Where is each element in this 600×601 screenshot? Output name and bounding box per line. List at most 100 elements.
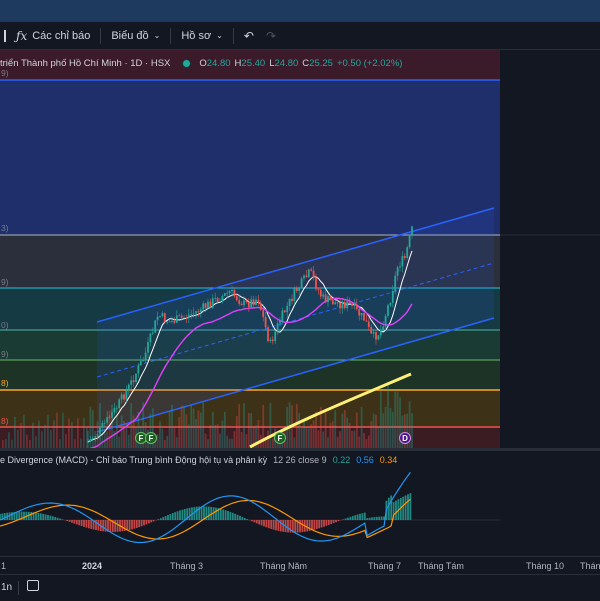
candle-body xyxy=(260,303,262,310)
histogram-bar xyxy=(138,520,140,527)
volume-bar xyxy=(250,413,252,448)
histogram-bar xyxy=(11,512,13,520)
calendar-range-icon[interactable] xyxy=(27,580,39,591)
histogram-bar xyxy=(83,520,85,527)
volume-bar xyxy=(198,410,200,448)
volume-bar xyxy=(157,434,159,448)
volume-bar xyxy=(86,428,88,448)
histogram-bar xyxy=(270,520,272,529)
candle-body xyxy=(392,291,394,303)
histogram-bar xyxy=(182,510,184,520)
candle-body xyxy=(219,301,221,302)
candle-body xyxy=(320,290,322,297)
drawing-tools-edge[interactable] xyxy=(4,30,6,42)
candle-body xyxy=(118,399,120,408)
chevron-down-icon: ⌄ xyxy=(216,31,223,40)
candle-body xyxy=(205,303,207,307)
price-chart-pane[interactable]: 9) 3) 9) 0) 9) 8) 8) F F F D xyxy=(0,50,600,448)
histogram-bar xyxy=(345,519,347,520)
time-axis[interactable]: 1 2024 Tháng 3 Tháng Năm Tháng 7 Tháng T… xyxy=(0,556,600,575)
candle-body xyxy=(154,320,156,332)
candle-body xyxy=(164,313,166,322)
volume-bar xyxy=(363,433,365,448)
histogram-bar xyxy=(143,520,145,525)
candle-body xyxy=(397,267,399,275)
macd-pane[interactable] xyxy=(0,468,600,554)
candle-body xyxy=(279,321,281,324)
histogram-bar xyxy=(246,519,248,520)
volume-bar xyxy=(382,413,384,448)
macd-svg xyxy=(0,468,600,554)
volume-bar xyxy=(296,404,298,448)
volume-bar xyxy=(53,420,55,448)
histogram-bar xyxy=(98,520,100,531)
candle-body xyxy=(378,335,380,339)
ohlc-close-label: C xyxy=(302,58,309,69)
volume-bar xyxy=(35,436,37,448)
histogram-bar xyxy=(174,512,176,520)
histogram-bar xyxy=(330,520,332,524)
candle-body xyxy=(368,322,370,327)
candle-body xyxy=(92,438,94,439)
volume-bar xyxy=(334,410,336,448)
volume-bar xyxy=(59,439,61,448)
candle-body xyxy=(102,423,104,427)
volume-bar xyxy=(178,417,180,448)
histogram-bar xyxy=(342,519,344,520)
symbol-legend[interactable]: triển Thành phố Hồ Chí Minh · 1D · HSX O… xyxy=(0,56,402,70)
histogram-bar xyxy=(189,508,191,520)
candle-body xyxy=(354,304,356,305)
candle-body xyxy=(97,434,99,436)
price-label: 8) xyxy=(1,378,9,388)
candle-body xyxy=(255,300,257,305)
volume-bar xyxy=(193,408,195,448)
pane-separator[interactable] xyxy=(0,448,600,451)
volume-bar xyxy=(370,421,372,448)
candle-body xyxy=(361,313,363,316)
candle-body xyxy=(176,316,178,323)
undo-button[interactable]: ↶ xyxy=(238,22,260,49)
volume-bar xyxy=(361,407,363,448)
ohlc-high-value: 25.40 xyxy=(241,58,265,69)
time-label: Tháng 10 xyxy=(526,561,564,571)
candle-body xyxy=(325,295,327,303)
histogram-bar xyxy=(369,518,371,520)
indicators-button[interactable]: ƒx Các chỉ báo xyxy=(10,22,96,49)
volume-bar xyxy=(17,430,19,448)
histogram-bar xyxy=(177,511,179,520)
redo-button[interactable]: ↷ xyxy=(260,22,282,49)
volume-bar xyxy=(5,439,7,448)
candle-body xyxy=(195,311,197,313)
interval-button[interactable]: 1n xyxy=(1,582,12,593)
chart-menu-button[interactable]: Biểu đồ ⌄ xyxy=(105,22,166,49)
candle-body xyxy=(229,291,231,293)
candle-body xyxy=(390,303,392,306)
histogram-bar xyxy=(266,520,268,527)
histogram-bar xyxy=(66,520,68,521)
histogram-bar xyxy=(242,517,244,520)
candle-body xyxy=(258,300,260,303)
volume-bar xyxy=(219,434,221,448)
price-label: 9) xyxy=(1,277,9,287)
candle-body xyxy=(274,332,276,342)
histogram-bar xyxy=(131,520,133,529)
histogram-bar xyxy=(352,516,354,520)
candle-body xyxy=(202,303,204,309)
candle-body xyxy=(116,408,118,409)
macd-legend[interactable]: e Divergence (MACD) - Chỉ báo Trung bình… xyxy=(0,455,397,465)
profile-menu-button[interactable]: Hồ sơ ⌄ xyxy=(175,22,229,49)
candle-body xyxy=(330,296,332,300)
volume-bar xyxy=(234,431,236,448)
candle-body xyxy=(375,332,377,339)
volume-bar xyxy=(118,437,120,448)
histogram-bar xyxy=(326,520,328,526)
volume-bar xyxy=(229,439,231,448)
histogram-bar xyxy=(110,520,112,532)
volume-bar xyxy=(171,405,173,448)
candle-body xyxy=(224,293,226,296)
time-label-year: 2024 xyxy=(82,561,102,571)
candle-body xyxy=(214,298,216,299)
candle-body xyxy=(169,322,171,323)
candle-body xyxy=(399,266,401,267)
function-fx-icon: ƒx xyxy=(16,29,27,43)
